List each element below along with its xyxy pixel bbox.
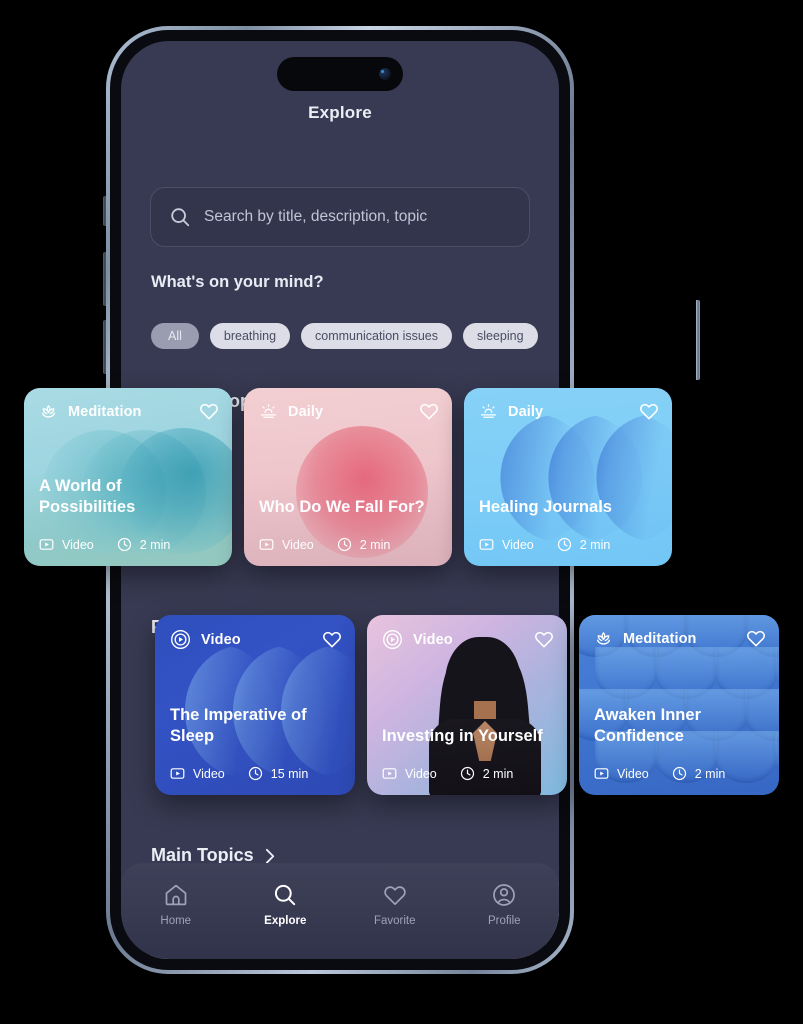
card-category: Video (201, 631, 241, 648)
card-title: A World of Possibilities (39, 476, 136, 516)
card-title: Healing Journals (479, 497, 612, 516)
nav-item-favorite[interactable]: Favorite (340, 882, 450, 927)
play-circle-icon (381, 628, 404, 651)
card-title: The Imperative of Sleep (170, 705, 307, 745)
dynamic-island (277, 57, 403, 91)
heart-icon[interactable] (322, 630, 342, 649)
card-category: Meditation (68, 403, 142, 420)
profile-icon (491, 882, 517, 908)
content-card[interactable]: Meditation Awaken Inner Confidence Video… (579, 615, 779, 795)
card-category: Daily (508, 403, 544, 420)
search-icon (272, 882, 298, 908)
heart-icon[interactable] (199, 402, 219, 421)
chip-communication-issues[interactable]: communication issues (301, 323, 452, 349)
popular-now-row[interactable]: Video The Imperative of Sleep Video 15 m… (155, 615, 779, 795)
card-meta: Video 2 min (39, 537, 170, 552)
page-title: Explore (308, 103, 372, 122)
phone-power-button[interactable] (696, 300, 700, 380)
card-media-type: Video (617, 766, 649, 781)
card-media-type: Video (62, 537, 94, 552)
video-icon (479, 537, 494, 552)
bottom-navigation-bar[interactable]: Home Explore Favorite Profile (121, 863, 559, 959)
chip-sleeping[interactable]: sleeping (463, 323, 538, 349)
card-media-type: Video (405, 766, 437, 781)
nav-label: Favorite (373, 915, 416, 927)
content-card[interactable]: Meditation A World of Possibilities Vide… (24, 388, 232, 566)
nav-item-explore[interactable]: Explore (231, 882, 341, 927)
nav-item-profile[interactable]: Profile (450, 882, 560, 927)
clock-icon (672, 766, 687, 781)
card-duration: 15 min (270, 766, 309, 781)
clock-icon (337, 537, 352, 552)
content-card[interactable]: Daily Who Do We Fall For? Video 2 min (244, 388, 452, 566)
sunrise-icon (478, 401, 499, 422)
card-meta: Video 2 min (594, 766, 725, 781)
card-media-type: Video (282, 537, 314, 552)
heart-icon[interactable] (746, 629, 766, 648)
card-duration: 2 min (482, 766, 514, 781)
chip-breathing[interactable]: breathing (209, 323, 291, 349)
chevron-right-icon (265, 848, 276, 864)
heart-icon (382, 882, 408, 908)
card-category: Daily (288, 403, 324, 420)
latest-drops-row[interactable]: Meditation A World of Possibilities Vide… (24, 388, 672, 566)
clock-icon (117, 537, 132, 552)
heart-icon[interactable] (534, 630, 554, 649)
lotus-icon (38, 401, 59, 422)
card-media-type: Video (502, 537, 534, 552)
video-icon (259, 537, 274, 552)
nav-label: Home (160, 915, 192, 927)
chip-all[interactable]: All (151, 323, 199, 349)
video-icon (39, 537, 54, 552)
card-meta: Video 2 min (479, 537, 610, 552)
card-title: Who Do We Fall For? (259, 497, 425, 516)
content-card[interactable]: Daily Healing Journals Video 2 min (464, 388, 672, 566)
nav-item-home[interactable]: Home (121, 882, 231, 927)
video-icon (382, 766, 397, 781)
clock-icon (460, 766, 475, 781)
lotus-icon (593, 628, 614, 649)
video-icon (170, 766, 185, 781)
front-camera-icon (379, 68, 391, 80)
nav-label: Profile (487, 915, 521, 927)
search-icon (169, 206, 191, 228)
content-card[interactable]: Video The Imperative of Sleep Video 15 m… (155, 615, 355, 795)
clock-icon (557, 537, 572, 552)
content-card[interactable]: Video Investing in Yourself Video 2 min (367, 615, 567, 795)
search-input[interactable] (204, 208, 511, 226)
card-duration: 2 min (579, 537, 611, 552)
screenshot-canvas: Explore What's on your mind? All (0, 0, 803, 1024)
card-title: Awaken Inner Confidence (594, 705, 701, 745)
card-category: Meditation (623, 630, 697, 647)
card-duration: 2 min (139, 537, 171, 552)
topic-chips-row[interactable]: All breathing communication issues sleep… (151, 323, 538, 349)
card-category: Video (413, 631, 453, 648)
sunrise-icon (258, 401, 279, 422)
card-media-type: Video (193, 766, 225, 781)
card-meta: Video 15 min (170, 766, 308, 781)
search-bar[interactable] (150, 187, 530, 247)
card-duration: 2 min (359, 537, 391, 552)
filters-heading: What's on your mind? (151, 273, 324, 291)
heart-icon[interactable] (639, 402, 659, 421)
heart-icon[interactable] (419, 402, 439, 421)
nav-label: Explore (264, 915, 307, 927)
card-duration: 2 min (694, 766, 726, 781)
card-title: Investing in Yourself (382, 726, 543, 745)
card-meta: Video 2 min (382, 766, 513, 781)
card-meta: Video 2 min (259, 537, 390, 552)
video-icon (594, 766, 609, 781)
clock-icon (248, 766, 263, 781)
play-circle-icon (169, 628, 192, 651)
home-icon (163, 882, 189, 908)
